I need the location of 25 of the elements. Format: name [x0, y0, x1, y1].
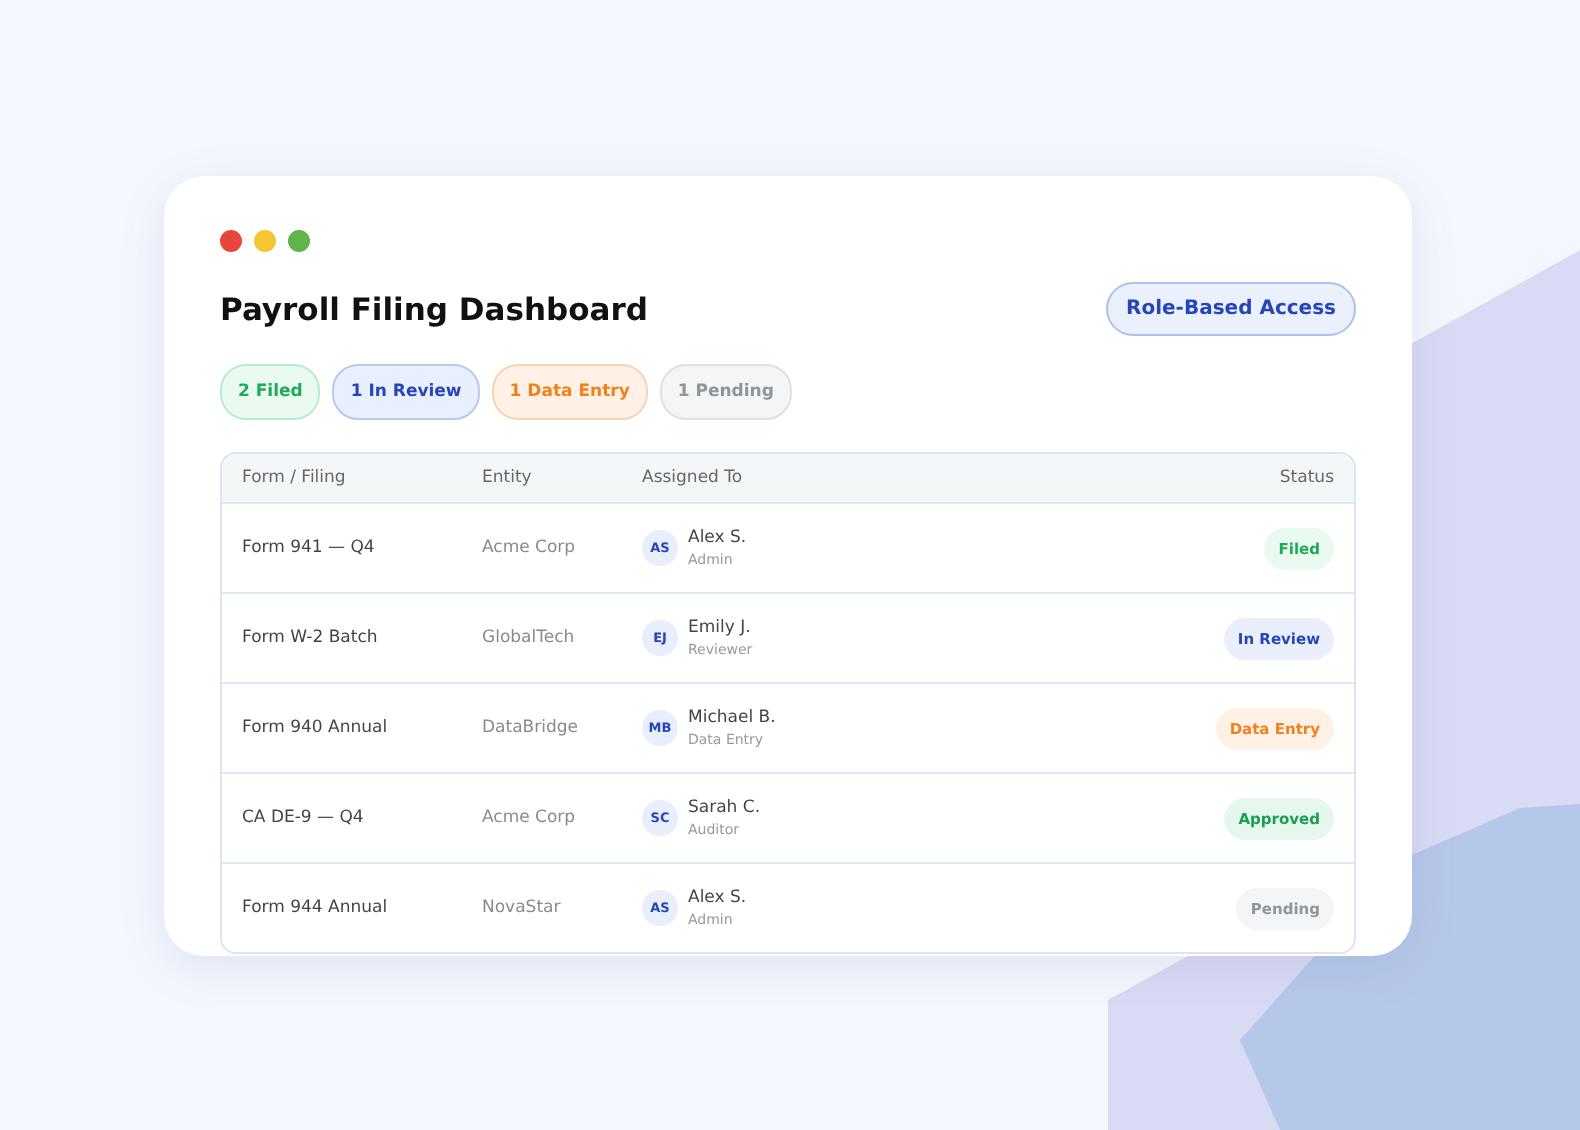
summary-chip[interactable]: 1 In Review [332, 364, 480, 420]
assignee-name: Alex S. [688, 888, 747, 908]
table-cell-text: Form W-2 Batch [242, 628, 380, 648]
assignee-name: Alex S. [688, 528, 747, 548]
table-cell-text: CA DE-9 — Q4 [242, 808, 366, 828]
table-cell-text: Acme Corp [482, 808, 578, 828]
assignee-name: Michael B. [688, 708, 776, 728]
window-title: Payroll Filing Dashboard [220, 291, 648, 327]
column-header: Form / Filing [242, 468, 348, 488]
table-cell-text: Form 944 Annual [242, 898, 390, 918]
assignee-name: Sarah C. [688, 798, 761, 818]
column-header: Assigned To [642, 468, 745, 488]
table-cell-text: DataBridge [482, 718, 581, 738]
table-cell-text: Form 941 — Q4 [242, 538, 377, 558]
summary-chip[interactable]: 1 Data Entry [491, 364, 648, 420]
column-header: Entity [482, 468, 534, 488]
table-cell-text: NovaStar [482, 898, 563, 918]
table-cell-text: Form 940 Annual [242, 718, 390, 738]
summary-chip[interactable]: 1 Pending [659, 364, 792, 420]
column-header: Status [1277, 468, 1334, 488]
table-cell-text: Acme Corp [482, 538, 578, 558]
table-cell-text: GlobalTech [482, 628, 577, 648]
assignee-name: Emily J. [688, 618, 753, 638]
summary-chip[interactable]: 2 Filed [220, 364, 321, 420]
access-button[interactable]: Role-Based Access [1106, 282, 1356, 336]
